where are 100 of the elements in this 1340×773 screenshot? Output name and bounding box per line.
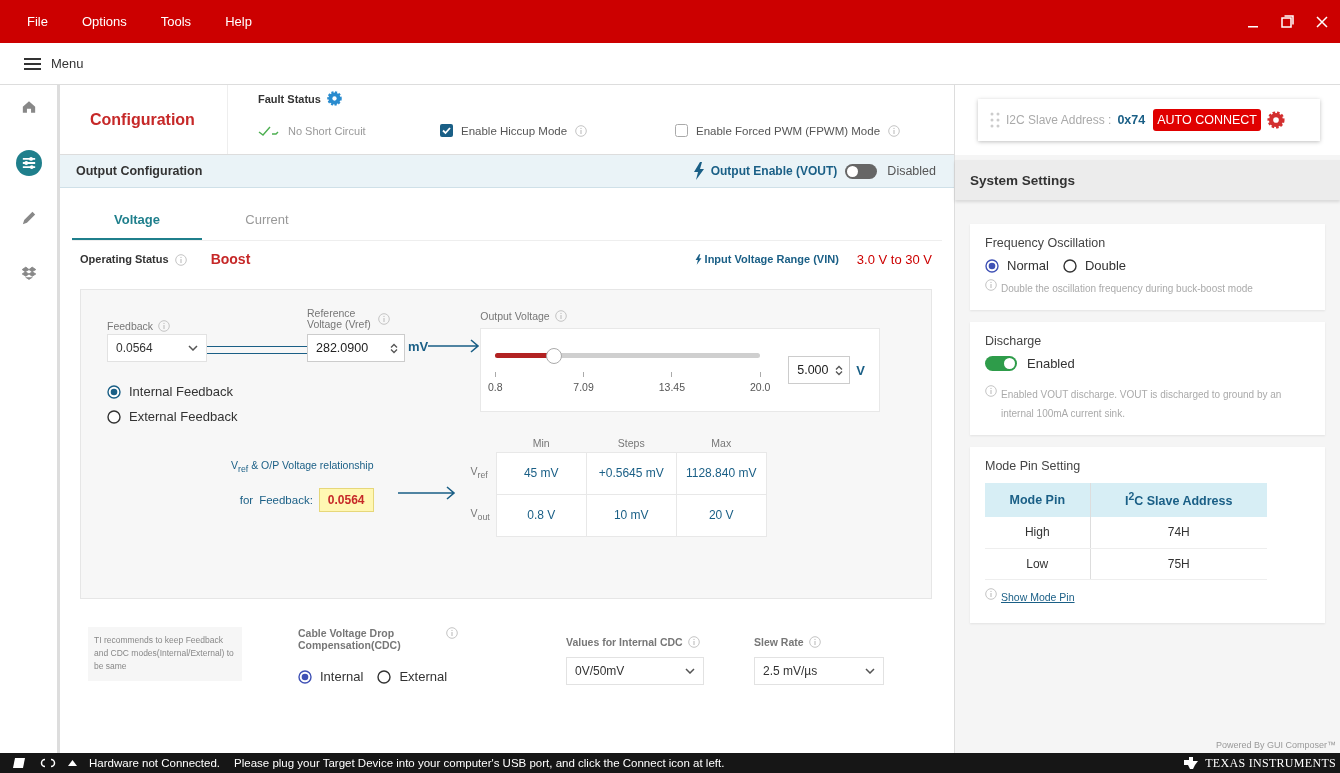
radio-button[interactable] xyxy=(107,384,121,399)
field-label: Values for Internal CDC xyxy=(566,636,683,648)
arrow-icon xyxy=(428,339,481,353)
table-cell: 1128.840 mV xyxy=(676,452,767,494)
chevron-down-icon xyxy=(188,345,198,351)
caret-up-icon[interactable] xyxy=(68,760,77,766)
card-title: Mode Pin Setting xyxy=(985,459,1082,473)
tick-label: 13.45 xyxy=(658,380,686,393)
address-value: 0x74 xyxy=(1117,113,1146,127)
logo-icon xyxy=(1183,756,1200,770)
radio-label: Double xyxy=(1084,258,1127,273)
field-label: Operating Status xyxy=(80,253,169,265)
column-header: Steps xyxy=(586,434,677,452)
field-label: I2C Slave Address : xyxy=(1006,113,1112,127)
gear-icon[interactable] xyxy=(1267,111,1285,129)
note-text: TI recommends to keep Feedback and CDC modes(Internal/External) to be same xyxy=(88,627,242,681)
status-value: Boost xyxy=(210,251,251,267)
table-cell: 75H xyxy=(1090,548,1267,579)
panel-header: System Settings xyxy=(955,160,1340,200)
radio-button[interactable] xyxy=(107,409,121,424)
table-cell: 20 V xyxy=(676,494,767,536)
toggle-state: Disabled xyxy=(887,164,936,178)
spinner-icon[interactable] xyxy=(390,342,398,354)
brand-name: TEXAS INSTRUMENTS xyxy=(1205,755,1336,771)
menu-item[interactable]: Help xyxy=(225,14,252,29)
radio-button[interactable] xyxy=(985,258,999,273)
range-value: 3.0 V to 30 V xyxy=(856,251,932,267)
field-label: Reference Voltage (Vref) xyxy=(307,308,372,330)
arrow-icon xyxy=(397,485,456,500)
row-label: V$_{out}$ xyxy=(469,494,497,536)
hint-text: Enabled VOUT discharge. VOUT is discharged to ground by an internal 100mA current sink. xyxy=(1001,388,1283,421)
spinner-icon[interactable] xyxy=(835,364,844,376)
output-voltage-input[interactable]: 5.000 xyxy=(788,356,851,384)
unit-label: V xyxy=(856,362,865,378)
checkbox[interactable] xyxy=(675,124,688,137)
radio-button[interactable] xyxy=(1062,258,1077,273)
checkbox[interactable] xyxy=(440,124,453,137)
table-cell: 10 mV xyxy=(586,494,677,536)
menu-button[interactable]: Menu xyxy=(24,56,84,71)
field-label: Cable Voltage Drop Compensation(CDC) xyxy=(298,627,402,651)
tick-label: 20.0 xyxy=(750,380,771,393)
connect-icon[interactable] xyxy=(38,758,58,768)
radio-button[interactable] xyxy=(377,669,392,684)
slider-thumb[interactable] xyxy=(545,347,562,364)
internal-cdc-select[interactable]: 0V/50mV xyxy=(566,657,704,685)
unit-label: mV xyxy=(408,338,429,354)
checkbox-label: Enable Hiccup Mode xyxy=(461,124,568,137)
radio-label: Internal Feedback xyxy=(129,384,234,399)
field-label: Feedback: xyxy=(259,493,313,506)
slew-rate-select[interactable]: 2.5 mV/µs xyxy=(754,657,884,685)
chevron-down-icon xyxy=(685,668,695,674)
menu-item[interactable]: Options xyxy=(81,14,127,29)
auto-connect-button[interactable]: AUTO CONNECT xyxy=(1153,109,1261,131)
edit-icon[interactable] xyxy=(12,757,26,769)
tab[interactable]: Voltage xyxy=(72,200,202,240)
tick-label: 0.8 xyxy=(487,380,503,393)
row-label: V$_{ref}$ xyxy=(469,452,497,494)
menu-item[interactable]: Tools xyxy=(160,14,192,29)
feedback-value: 0.0564 xyxy=(318,487,374,512)
feedback-select[interactable]: 0.0564 xyxy=(107,334,207,362)
table-cell: 45 mV xyxy=(496,452,587,494)
menu-icon xyxy=(24,57,41,70)
radio-button[interactable] xyxy=(298,669,312,684)
toggle-switch[interactable] xyxy=(845,163,878,179)
powered-by-text: Powered By GUI Composer™ xyxy=(1214,740,1337,752)
drag-handle-icon[interactable] xyxy=(990,112,1000,128)
lightning-icon xyxy=(694,253,702,265)
table-cell: Low xyxy=(985,548,1090,579)
section-title: Output Configuration xyxy=(76,164,203,178)
radio-label: Normal xyxy=(1007,258,1049,273)
column-header: Mode Pin xyxy=(985,483,1090,517)
field-label: Output Voltage xyxy=(480,310,550,322)
checkbox-label: Enable Forced PWM (FPWM) Mode xyxy=(696,124,881,137)
status-message: Hardware not Connected. xyxy=(89,757,221,769)
radio-label: External xyxy=(399,669,448,684)
card-title: Discharge xyxy=(985,334,1043,348)
chevron-down-icon xyxy=(865,668,875,674)
table-cell: +0.5645 mV xyxy=(586,452,677,494)
gear-icon[interactable] xyxy=(326,91,342,106)
sliders-icon[interactable] xyxy=(15,150,42,176)
close-icon[interactable] xyxy=(1316,15,1328,28)
card-title: Frequency Oscillation xyxy=(985,236,1107,250)
radio-label: Internal xyxy=(320,669,364,684)
hint-text: Double the oscillation frequency during buck-boost mode xyxy=(1001,282,1253,296)
field-label: for xyxy=(239,493,254,506)
show-mode-pin-link[interactable]: Show Mode Pin xyxy=(1001,587,1075,608)
toggle-switch[interactable] xyxy=(985,356,1017,371)
field-label: Feedback xyxy=(107,320,154,332)
table-cell: 0.8 V xyxy=(496,494,587,536)
toggle-state: Enabled xyxy=(1027,356,1075,371)
menu-item[interactable]: File xyxy=(27,14,48,29)
output-enable-label: Output Enable (VOUT) xyxy=(710,164,838,178)
tick-label: 7.09 xyxy=(573,380,594,393)
field-label: Input Voltage Range (VIN) xyxy=(704,253,839,265)
lightning-icon xyxy=(692,162,705,180)
restore-icon[interactable] xyxy=(1281,15,1294,28)
reference-voltage-input[interactable]: 282.0900 xyxy=(307,334,405,362)
radio-label: External Feedback xyxy=(129,409,238,424)
column-header: Max xyxy=(676,434,767,452)
column-header: I$^{2}$C Slave Address xyxy=(1090,483,1267,517)
